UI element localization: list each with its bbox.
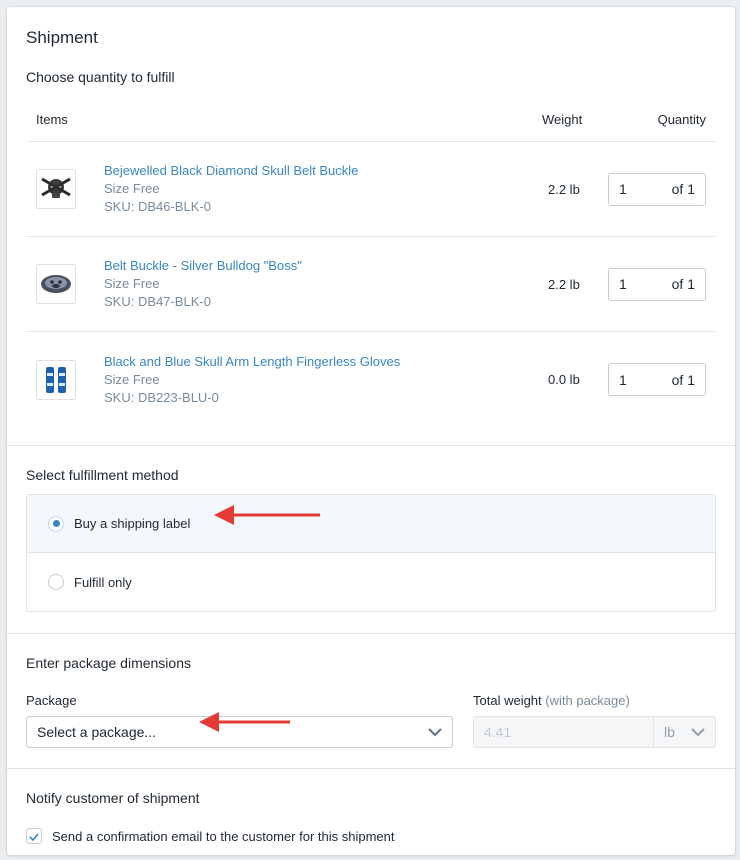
quantity-input[interactable]: 1 of 1 [608,172,706,206]
product-thumbnail [36,359,76,400]
column-header-items: Items [36,111,68,127]
package-select-value: Select a package... [37,724,157,740]
weight-label-text: Total weight [473,693,542,708]
weight-input-group: 4.41 lb [473,716,716,748]
option-label: Buy a shipping label [74,516,191,531]
column-header-weight: Weight [542,111,583,127]
quantity-value[interactable]: 1 [619,276,627,292]
item-info: Black and Blue Skull Arm Length Fingerle… [104,353,548,407]
annotation-arrow-icon [199,712,290,732]
product-thumbnail [36,264,76,304]
item-sku: SKU: DB47-BLK-0 [104,294,211,309]
item-info: Belt Buckle - Silver Bulldog "Boss" Size… [104,257,548,311]
page-title: Shipment [26,28,98,47]
item-title-link[interactable]: Belt Buckle - Silver Bulldog "Boss" [104,257,548,275]
notify-checkbox[interactable] [26,828,42,844]
table-row: Black and Blue Skull Arm Length Fingerle… [26,332,716,427]
option-label: Fulfill only [74,574,132,590]
quantity-section: Shipment Choose quantity to fulfill Item… [7,7,735,427]
quantity-value[interactable]: 1 [619,181,627,197]
item-sku: SKU: DB46-BLK-0 [104,199,211,214]
items-table-header: Items Weight Quantity [26,97,716,142]
item-weight: 0.0 lb [548,372,580,387]
quantity-input[interactable]: 1 of 1 [608,363,706,396]
quantity-of-total: of 1 [671,371,695,388]
item-sku: SKU: DB223-BLU-0 [104,389,219,405]
notify-section: Notify customer of shipment Send a confi… [7,769,735,844]
annotation-arrow-icon [214,505,320,525]
item-size: Size Free [104,276,160,291]
radio-button[interactable] [48,515,64,532]
product-thumbnail [36,169,76,209]
option-fulfill-only[interactable]: Fulfill only [27,553,715,611]
package-fields: Package Select a package... Total weight… [26,693,716,748]
quantity-input[interactable]: 1 of 1 [608,267,706,301]
quantity-of-total: of 1 [671,181,695,197]
quantity-heading: Choose quantity to fulfill [26,69,175,85]
total-weight-label: Total weight (with package) [473,693,716,708]
item-title-link[interactable]: Bejewelled Black Diamond Skull Belt Buck… [104,162,548,180]
item-weight: 2.2 lb [548,181,580,197]
package-section: Enter package dimensions Package Select … [7,634,735,768]
radio-button[interactable] [48,574,64,590]
chevron-down-icon [691,724,705,740]
weight-input[interactable]: 4.41 [473,716,653,748]
table-row: Belt Buckle - Silver Bulldog "Boss" Size… [26,237,716,332]
fulfillment-section: Select fulfillment method Buy a shipping… [7,446,735,633]
option-buy-shipping-label[interactable]: Buy a shipping label [27,495,715,553]
item-title-link[interactable]: Black and Blue Skull Arm Length Fingerle… [104,353,548,371]
item-weight: 2.2 lb [548,276,580,292]
item-size: Size Free [104,371,160,387]
shipment-card: Shipment Choose quantity to fulfill Item… [7,7,735,855]
quantity-value[interactable]: 1 [619,372,627,388]
package-label: Package [26,693,77,708]
notify-heading: Notify customer of shipment [26,790,200,806]
column-header-quantity: Quantity [657,111,706,127]
weight-label-hint: (with package) [545,693,630,708]
total-weight-field: Total weight (with package) 4.41 lb [473,693,716,748]
notify-checkbox-row[interactable]: Send a confirmation email to the custome… [26,828,716,844]
fulfillment-options: Buy a shipping label Fulfill only [26,494,716,612]
item-size: Size Free [104,181,160,196]
table-row: Bejewelled Black Diamond Skull Belt Buck… [26,142,716,237]
package-heading: Enter package dimensions [26,655,191,671]
notify-checkbox-label: Send a confirmation email to the custome… [52,828,395,844]
checkmark-icon [29,828,39,844]
quantity-of-total: of 1 [671,276,695,292]
weight-unit-value: lb [664,724,675,740]
radio-selected-dot [52,520,60,527]
weight-unit-select[interactable]: lb [653,716,716,748]
fulfillment-heading: Select fulfillment method [26,467,179,483]
item-info: Bejewelled Black Diamond Skull Belt Buck… [104,162,548,216]
chevron-down-icon [428,724,442,740]
